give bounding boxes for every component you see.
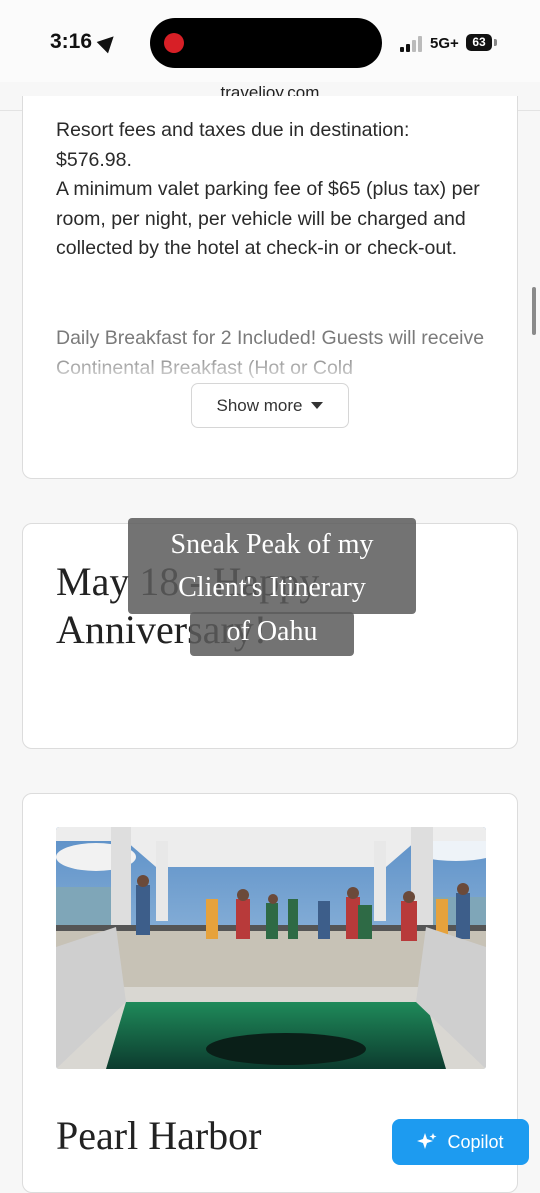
fees-text: Resort fees and taxes due in destination… — [56, 116, 486, 264]
video-caption-line1: Sneak Peak of my Client's Itinerary — [128, 518, 416, 614]
valet-fee-text: A minimum valet parking fee of $65 (plus… — [56, 178, 480, 259]
battery-tip — [494, 39, 497, 46]
recording-indicator-icon — [164, 33, 184, 53]
copilot-label: Copilot — [447, 1131, 504, 1152]
place-title: Pearl Harbor — [56, 1113, 262, 1158]
hotel-details-card: Resort fees and taxes due in destination… — [22, 96, 518, 479]
copilot-button[interactable]: Copilot — [392, 1119, 529, 1165]
sparkle-icon — [417, 1133, 437, 1149]
network-type: 5G+ — [430, 35, 459, 52]
signal-strength-icon — [400, 36, 426, 52]
pearl-harbor-photo — [56, 827, 486, 1069]
location-arrow-icon — [96, 30, 120, 54]
status-bar: 3:16 5G+ 63 traveljoy.com — [0, 0, 540, 111]
dynamic-island — [150, 18, 382, 68]
battery-icon: 63 — [466, 34, 492, 51]
caret-down-icon — [311, 402, 324, 409]
resort-fee-text: Resort fees and taxes due in destination… — [56, 119, 410, 171]
scrollbar[interactable] — [532, 287, 536, 335]
show-more-label: Show more — [216, 395, 303, 415]
video-caption-line2: of Oahu — [190, 612, 354, 656]
clock: 3:16 — [50, 30, 93, 53]
show-more-button[interactable]: Show more — [191, 383, 349, 428]
